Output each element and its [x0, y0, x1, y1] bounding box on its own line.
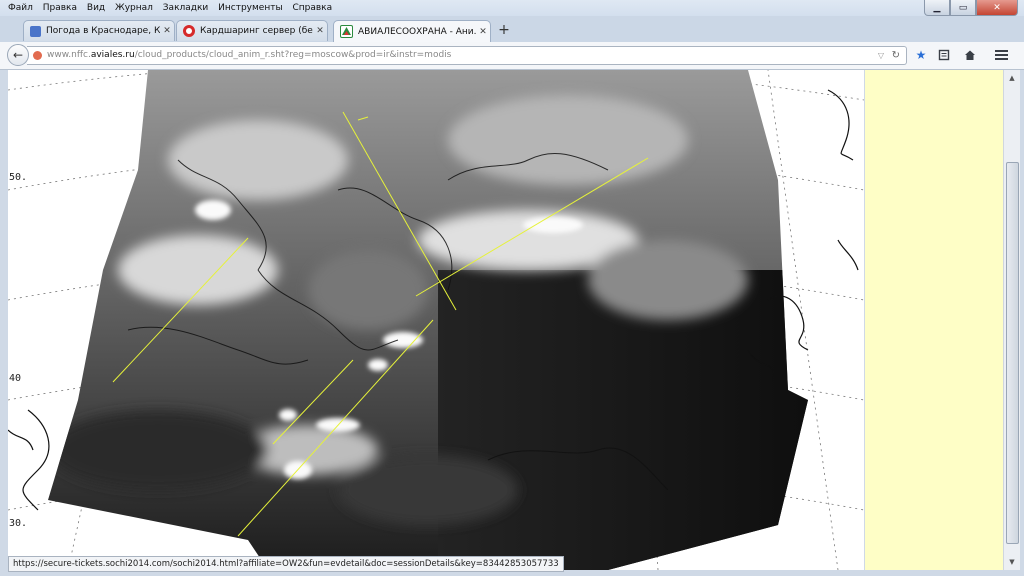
tab-bar: Погода в Краснодаре, Крас... ✕ Кардшарин…: [0, 16, 1024, 42]
latitude-label: 50.: [9, 172, 28, 183]
latitude-label: 40: [9, 373, 22, 384]
menu-view[interactable]: Вид: [87, 0, 105, 16]
url-text[interactable]: www.nffc.aviales.ru/cloud_products/cloud…: [47, 47, 451, 64]
avialesookhrana-favicon-icon: [340, 25, 353, 38]
bookmark-star-icon[interactable]: ★: [912, 46, 930, 64]
close-tab-icon[interactable]: ✕: [160, 26, 174, 36]
site-identity-icon[interactable]: [33, 51, 42, 60]
maximize-button[interactable]: ▭: [950, 0, 976, 16]
bookmarks-menu-icon[interactable]: [935, 46, 953, 64]
menu-file[interactable]: Файл: [8, 0, 33, 16]
tab-avialesookhrana[interactable]: АВИАЛЕСООХРАНА - Ани... ✕: [333, 20, 491, 42]
close-tab-icon[interactable]: ✕: [313, 26, 327, 36]
window-controls: ▁ ▭ ✕: [924, 0, 1018, 16]
back-button[interactable]: ←: [7, 44, 29, 66]
cloud-imagery: [48, 70, 808, 570]
menu-history[interactable]: Журнал: [115, 0, 153, 16]
menu-bar: Файл Правка Вид Журнал Закладки Инструме…: [0, 0, 1024, 16]
address-bar[interactable]: www.nffc.aviales.ru/cloud_products/cloud…: [27, 46, 907, 65]
scrollbar-thumb[interactable]: [1006, 162, 1019, 544]
satellite-cloud-map: [8, 70, 864, 570]
red-circle-favicon-icon: [183, 25, 195, 37]
scroll-up-icon[interactable]: ▲: [1004, 70, 1020, 86]
back-arrow-icon: ←: [12, 48, 24, 62]
home-icon[interactable]: [961, 46, 979, 64]
url-history-dropdown-icon[interactable]: ▽: [878, 47, 884, 64]
menu-bookmarks[interactable]: Закладки: [163, 0, 209, 16]
vertical-scrollbar[interactable]: ▲ ▼: [1003, 70, 1020, 570]
weather-favicon-icon: [30, 25, 41, 37]
window-right-border: [1020, 70, 1024, 576]
reload-icon[interactable]: ↻: [892, 47, 900, 64]
menu-edit[interactable]: Правка: [43, 0, 77, 16]
menu-tools[interactable]: Инструменты: [218, 0, 282, 16]
tab-cardsharing[interactable]: Кардшаринг сервер (бесп... ✕: [176, 20, 328, 41]
status-link-tooltip: https://secure-tickets.sochi2014.com/soc…: [8, 556, 564, 572]
page-sidebar-panel: [865, 70, 1003, 570]
scroll-down-icon[interactable]: ▼: [1004, 554, 1020, 570]
page-content: 50. 40 30.: [8, 70, 864, 570]
close-window-button[interactable]: ✕: [976, 0, 1018, 16]
tab-weather-krasnodar[interactable]: Погода в Краснодаре, Крас... ✕: [23, 20, 175, 41]
close-tab-icon[interactable]: ✕: [476, 27, 490, 37]
hamburger-menu-icon[interactable]: [992, 46, 1010, 64]
tab-label: Кардшаринг сервер (бесп...: [200, 26, 313, 36]
menu-help[interactable]: Справка: [292, 0, 332, 16]
tab-label: АВИАЛЕСООХРАНА - Ани...: [358, 26, 476, 37]
new-tab-button[interactable]: +: [497, 21, 511, 39]
minimize-button[interactable]: ▁: [924, 0, 950, 16]
tab-label: Погода в Краснодаре, Крас...: [46, 26, 160, 36]
navigation-bar: www.nffc.aviales.ru/cloud_products/cloud…: [0, 42, 1024, 70]
window-left-border: [0, 70, 8, 576]
latitude-label: 30.: [9, 518, 28, 529]
